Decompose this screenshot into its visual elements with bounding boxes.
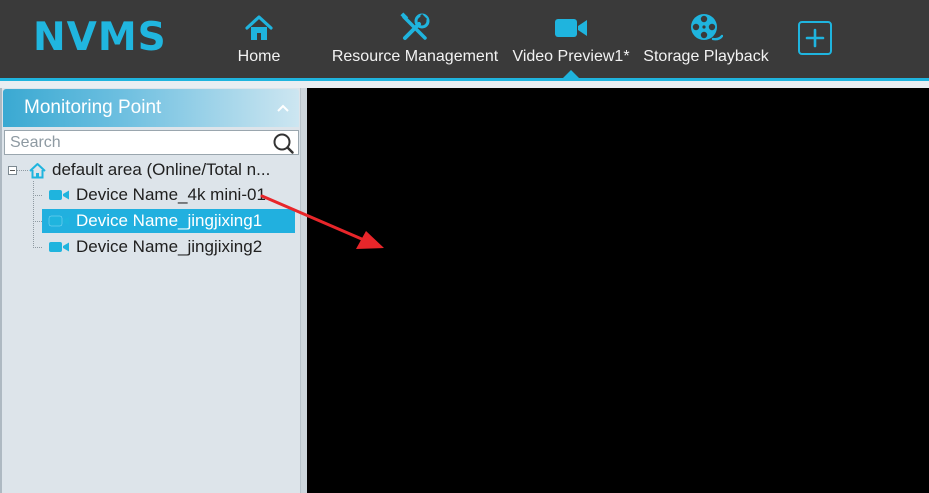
tree-device-item-selected[interactable]: Device Name_jingjixing1	[42, 209, 295, 233]
top-navigation-bar: NVMS Home Resource Management Video Prev…	[0, 0, 929, 78]
search-icon[interactable]	[272, 132, 294, 154]
tree-connector	[33, 195, 42, 196]
tree-connector	[17, 170, 28, 171]
nav-resource-management[interactable]: Resource Management	[328, 0, 502, 78]
nav-home-label: Home	[237, 48, 281, 65]
nav-storage-playback[interactable]: Storage Playback	[640, 0, 772, 78]
tree-area-label: default area (Online/Total n...	[52, 160, 271, 179]
camera-icon	[49, 190, 69, 200]
tree-area-node[interactable]: default area (Online/Total n...	[28, 158, 270, 182]
nav-home[interactable]: Home	[226, 0, 292, 78]
video-preview-window[interactable]	[307, 88, 929, 493]
collapse-button[interactable]	[273, 98, 293, 118]
search-box	[4, 130, 299, 155]
panel-title: Monitoring Point	[24, 97, 162, 118]
panel-border	[0, 88, 2, 493]
plus-icon	[805, 28, 825, 48]
tree-device-item[interactable]: Device Name_4k mini-01	[44, 183, 276, 207]
nvms-window: NVMS Home Resource Management Video Prev…	[0, 0, 929, 493]
camera-icon	[48, 215, 69, 227]
topbar-gap	[0, 81, 929, 88]
add-tab-button[interactable]	[798, 21, 832, 55]
home-icon	[244, 12, 274, 44]
tree-connector	[33, 247, 42, 248]
tree-device-label: Device Name_jingjixing2	[76, 237, 263, 256]
nav-video-preview[interactable]: Video Preview1*	[509, 0, 633, 78]
video-camera-icon	[553, 12, 589, 44]
tree-connector	[33, 181, 34, 248]
search-input[interactable]	[5, 131, 267, 154]
chevron-up-icon	[277, 104, 289, 112]
tree-connector	[33, 221, 42, 222]
panel-header: Monitoring Point	[3, 89, 299, 127]
tree-device-label: Device Name_jingjixing1	[76, 211, 263, 230]
home-icon	[29, 162, 46, 178]
nav-resource-management-label: Resource Management	[331, 48, 499, 65]
nav-video-preview-label: Video Preview1*	[512, 48, 630, 65]
camera-icon	[49, 242, 69, 252]
tree-device-item[interactable]: Device Name_jingjixing2	[44, 235, 276, 259]
tools-icon	[399, 12, 431, 44]
film-reel-icon	[689, 12, 723, 44]
tree-device-label: Device Name_4k mini-01	[76, 185, 266, 204]
app-logo: NVMS	[33, 15, 167, 60]
nav-storage-playback-label: Storage Playback	[643, 48, 769, 65]
tree-expander[interactable]	[8, 166, 17, 175]
